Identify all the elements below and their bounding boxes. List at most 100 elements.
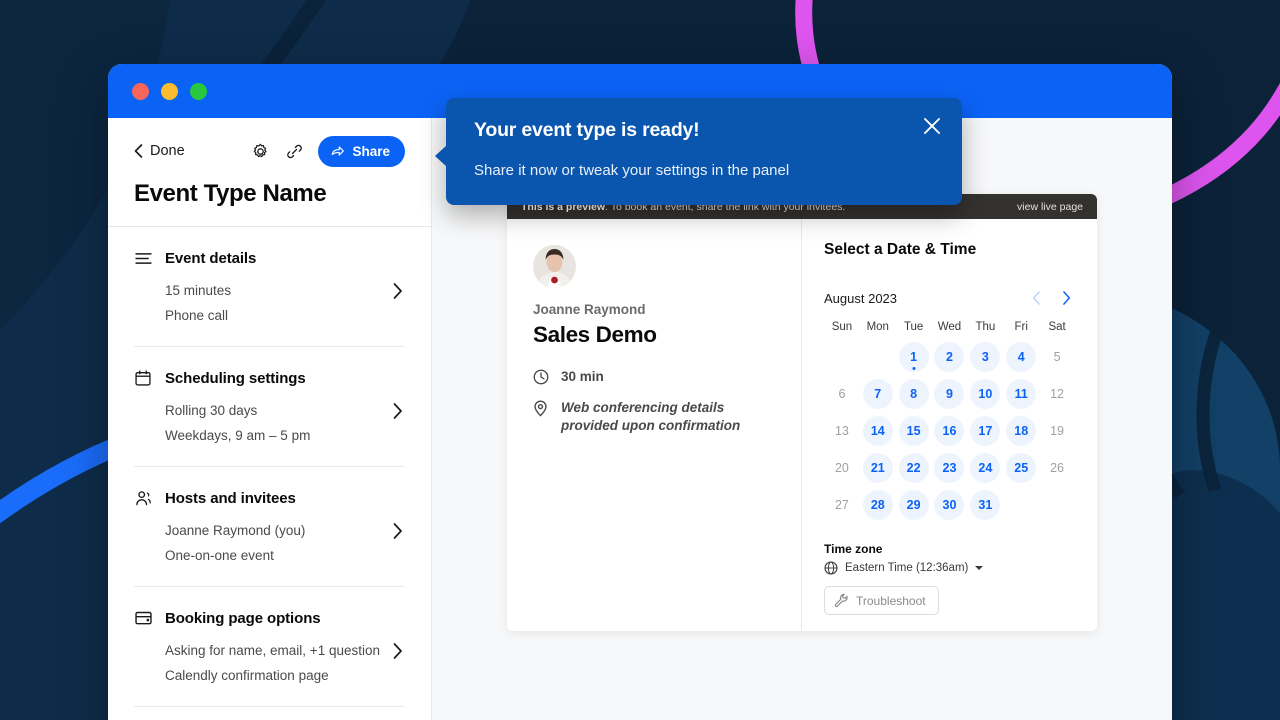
calendar-day-available[interactable]: 9 (934, 379, 964, 409)
list-icon-svg (135, 252, 152, 265)
close-icon[interactable] (922, 116, 942, 141)
chevron-right-icon[interactable] (393, 523, 403, 544)
calendar-icon-svg (135, 370, 151, 386)
chevron-right-icon-svg (393, 403, 403, 419)
calendar-day-cell: 4 (1003, 338, 1039, 375)
clock-icon (533, 368, 550, 390)
calendar-day-unavailable: 19 (1042, 416, 1072, 446)
share-arrow-icon (330, 144, 345, 158)
host-name: Joanne Raymond (533, 302, 775, 317)
calendar-day-cell: 23 (932, 449, 968, 486)
section-communications[interactable]: Communications Calendar invitations No r… (134, 707, 405, 720)
avatar (533, 245, 576, 288)
calendar-day-cell: 5 (1039, 338, 1075, 375)
calendar-day-unavailable: 20 (827, 453, 857, 483)
calendar-day-available[interactable]: 28 (863, 490, 893, 520)
calendar-day-available[interactable]: 29 (899, 490, 929, 520)
clock-icon-svg (533, 369, 549, 385)
calendar-icon (134, 369, 152, 387)
link-icon[interactable] (284, 141, 304, 161)
calendar-day-available[interactable]: 31 (970, 490, 1000, 520)
section-header: Scheduling settings (134, 369, 405, 387)
section-hosts-and-invitees[interactable]: Hosts and invitees Joanne Raymond (you) … (134, 467, 405, 587)
calendar-day-available[interactable]: 25 (1006, 453, 1036, 483)
calendar-heading: Select a Date & Time (824, 241, 1075, 259)
calendar-day-cell: 3 (967, 338, 1003, 375)
settings-sections: Event details 15 minutes Phone call (108, 227, 431, 720)
panel-header-actions: Share (250, 136, 405, 167)
window-minimize-button[interactable] (161, 83, 178, 100)
calendar-day-cell: 28 (860, 486, 896, 523)
calendar-day-cell: 6 (824, 375, 860, 412)
view-live-page-link[interactable]: view live page (1017, 201, 1083, 213)
calendar-day-cell: 21 (860, 449, 896, 486)
gear-icon[interactable] (250, 141, 270, 161)
window-close-button[interactable] (132, 83, 149, 100)
section-line-2: Phone call (134, 303, 405, 328)
calendar-day-cell: 16 (932, 412, 968, 449)
timezone-selector[interactable]: Eastern Time (12:36am) (824, 561, 1075, 575)
calendar-day-cell: 8 (896, 375, 932, 412)
chevron-right-icon[interactable] (393, 403, 403, 424)
calendar-day-cell: 26 (1039, 449, 1075, 486)
gear-icon-svg (252, 143, 269, 160)
tooltip-subtitle: Share it now or tweak your settings in t… (474, 162, 936, 179)
section-title: Event details (165, 250, 256, 267)
window-maximize-button[interactable] (190, 83, 207, 100)
section-event-details[interactable]: Event details 15 minutes Phone call (134, 227, 405, 347)
calendar-day-available[interactable]: 1 (899, 342, 929, 372)
troubleshoot-button[interactable]: Troubleshoot (824, 586, 939, 615)
calendar-day-cell: 27 (824, 486, 860, 523)
calendar-day-available[interactable]: 11 (1006, 379, 1036, 409)
calendar-weekday-row: SunMonTueWedThuFriSat (824, 321, 1075, 338)
calendar-weekday: Fri (1003, 321, 1039, 338)
booking-details-column: Joanne Raymond Sales Demo 30 m (507, 219, 802, 631)
section-scheduling-settings[interactable]: Scheduling settings Rolling 30 days Week… (134, 347, 405, 467)
calendar-weekday: Wed (932, 321, 968, 338)
chevron-right-icon-svg (1062, 291, 1071, 305)
calendar-day-available[interactable]: 2 (934, 342, 964, 372)
preview-area: This is a preview. To book an event, sha… (432, 118, 1172, 720)
calendar-day-available[interactable]: 7 (863, 379, 893, 409)
chevron-right-icon[interactable] (393, 643, 403, 664)
chevron-left-icon[interactable] (1027, 289, 1045, 307)
calendar-day-available[interactable]: 16 (934, 416, 964, 446)
calendar-day-available[interactable]: 10 (970, 379, 1000, 409)
list-icon (134, 249, 152, 267)
calendar-day-available[interactable]: 22 (899, 453, 929, 483)
calendar-day-available[interactable]: 14 (863, 416, 893, 446)
calendar-day-available[interactable]: 23 (934, 453, 964, 483)
timezone-label: Time zone (824, 542, 1075, 556)
calendar-day-cell (1039, 486, 1075, 523)
calendar-day-available[interactable]: 30 (934, 490, 964, 520)
share-button[interactable]: Share (318, 136, 405, 167)
section-header: Booking page options (134, 609, 405, 627)
chevron-right-icon-svg (393, 283, 403, 299)
chevron-right-icon[interactable] (1057, 289, 1075, 307)
panel-header: Done (108, 118, 431, 227)
calendar-column: Select a Date & Time August 2023 (802, 219, 1097, 631)
panel-top-row: Done (134, 134, 405, 168)
calendar-day-available[interactable]: 17 (970, 416, 1000, 446)
done-back-button[interactable]: Done (134, 143, 185, 159)
calendar-day-available[interactable]: 21 (863, 453, 893, 483)
location-row: Web conferencing details provided upon c… (533, 399, 775, 435)
calendar-day-available[interactable]: 3 (970, 342, 1000, 372)
chevron-right-icon[interactable] (393, 283, 403, 304)
calendar-day-available[interactable]: 24 (970, 453, 1000, 483)
calendar-day-available[interactable]: 4 (1006, 342, 1036, 372)
section-line-1: Asking for name, email, +1 question (134, 638, 405, 663)
page-title: Event Type Name (134, 180, 405, 208)
calendar-day-cell: 30 (932, 486, 968, 523)
calendar-day-cell: 11 (1003, 375, 1039, 412)
calendar-day-available[interactable]: 15 (899, 416, 929, 446)
calendar-day-cell: 17 (967, 412, 1003, 449)
calendar-day-available[interactable]: 18 (1006, 416, 1036, 446)
calendar-day-cell: 9 (932, 375, 968, 412)
calendar-month-label: August 2023 (824, 291, 897, 306)
calendar-day-cell (860, 338, 896, 375)
calendar-day-cell: 15 (896, 412, 932, 449)
section-booking-page-options[interactable]: Booking page options Asking for name, em… (134, 587, 405, 707)
calendar-day-available[interactable]: 8 (899, 379, 929, 409)
wrench-icon (834, 593, 849, 608)
